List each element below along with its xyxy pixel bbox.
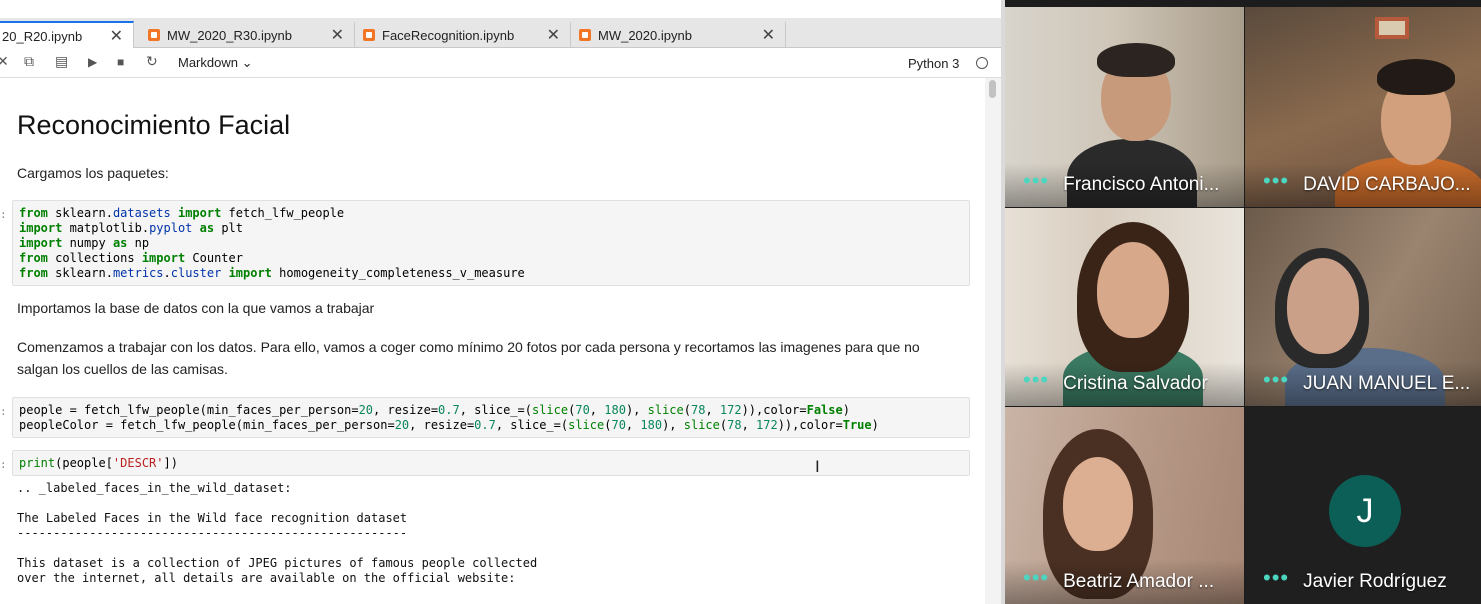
participant-label: ••• Javier Rodríguez xyxy=(1245,560,1481,604)
page-title: Reconocimiento Facial xyxy=(17,110,291,140)
scrollbar[interactable] xyxy=(985,78,1001,604)
notebook-content[interactable]: Reconocimiento Facial Cargamos los paque… xyxy=(0,78,985,604)
code-cell-people[interactable]: people = fetch_lfw_people(min_faces_per_… xyxy=(12,397,970,438)
participant-tile-juan-manuel[interactable]: ••• JUAN MANUEL E... xyxy=(1245,208,1481,406)
tab-label: MW_2020.ipynb xyxy=(598,27,692,43)
more-dots-icon[interactable]: ••• xyxy=(1023,170,1049,192)
copy-icon[interactable]: ⧉ xyxy=(24,53,34,70)
tab-20-r20[interactable]: 20_R20.ipynb ✕ xyxy=(0,21,134,49)
cell-type-label: Markdown xyxy=(178,55,238,70)
participant-label: ••• Beatriz Amador ... xyxy=(1005,560,1244,604)
participant-name: JUAN MANUEL E... xyxy=(1303,373,1471,394)
code-imports[interactable]: from sklearn.datasets import fetch_lfw_p… xyxy=(13,201,969,281)
kernel-name[interactable]: Python 3 xyxy=(908,56,959,71)
cell-output: .. _labeled_faces_in_the_wild_dataset:​T… xyxy=(17,481,537,586)
close-icon[interactable]: ✕ xyxy=(547,25,560,45)
participant-name: Javier Rodríguez xyxy=(1303,571,1447,592)
code-cell-print[interactable]: print(people['DESCR']) xyxy=(12,450,970,476)
tab-mw-2020-r30[interactable]: MW_2020_R30.ipynb ✕ xyxy=(140,22,355,48)
notebook-icon xyxy=(363,29,375,41)
tab-label: FaceRecognition.ipynb xyxy=(382,27,515,43)
code-print[interactable]: print(people['DESCR']) xyxy=(13,451,969,471)
participant-face xyxy=(1063,457,1133,551)
markdown-start-line2: salgan los cuellos de las camisas. xyxy=(17,361,228,377)
notebook-tab-bar: 20_R20.ipynb ✕ MW_2020_R30.ipynb ✕ FaceR… xyxy=(0,18,1003,49)
markdown-import-db: Importamos la base de datos con la que v… xyxy=(17,300,375,316)
restart-icon[interactable]: ↻ xyxy=(146,53,158,70)
jupyter-notebook-panel: 20_R20.ipynb ✕ MW_2020_R30.ipynb ✕ FaceR… xyxy=(0,0,1003,604)
participant-name: Francisco Antoni... xyxy=(1063,174,1220,195)
output-line: The Labeled Faces in the Wild face recog… xyxy=(17,511,408,525)
more-dots-icon[interactable]: ••• xyxy=(1263,170,1289,192)
participant-tile-francisco[interactable]: ••• Francisco Antoni... xyxy=(1005,7,1244,207)
participant-name: Cristina Salvador xyxy=(1063,373,1208,394)
participant-tile-cristina[interactable]: ••• Cristina Salvador xyxy=(1005,208,1244,406)
output-line: ​ xyxy=(17,541,537,556)
participant-label: ••• Francisco Antoni... xyxy=(1005,163,1244,207)
participant-face xyxy=(1287,258,1359,354)
notebook-icon xyxy=(579,29,591,41)
cell-prompt: : xyxy=(0,458,7,471)
scrollbar-thumb[interactable] xyxy=(989,80,996,98)
participant-tile-david[interactable]: ••• DAVID CARBAJO... xyxy=(1245,7,1481,207)
more-dots-icon[interactable]: ••• xyxy=(1263,369,1289,391)
close-icon[interactable]: ✕ xyxy=(331,25,344,45)
tab-label: 20_R20.ipynb xyxy=(2,28,83,44)
chevron-down-icon: ⌄ xyxy=(241,55,253,70)
output-line: ----------------------------------------… xyxy=(17,526,408,540)
tab-mw-2020[interactable]: MW_2020.ipynb ✕ xyxy=(571,22,786,48)
participant-label: ••• DAVID CARBAJO... xyxy=(1245,163,1481,207)
cut-icon[interactable]: ✕ xyxy=(0,53,9,70)
tab-label: MW_2020_R30.ipynb xyxy=(167,27,293,43)
play-icon[interactable]: ▶ xyxy=(88,55,97,69)
participant-label: ••• JUAN MANUEL E... xyxy=(1245,362,1481,406)
stop-icon[interactable]: ■ xyxy=(117,55,124,69)
window-top-strip xyxy=(0,0,1003,18)
paste-icon[interactable]: ▤ xyxy=(55,53,68,70)
participant-tile-javier[interactable]: J ••• Javier Rodríguez xyxy=(1245,407,1481,604)
output-line: This dataset is a collection of JPEG pic… xyxy=(17,556,538,570)
output-line: ​ xyxy=(17,496,537,511)
kernel-status-icon xyxy=(976,57,988,69)
participant-hair xyxy=(1097,43,1175,77)
markdown-load-packages: Cargamos los paquetes: xyxy=(17,165,169,181)
participant-tile-beatriz[interactable]: ••• Beatriz Amador ... xyxy=(1005,407,1244,604)
participant-face xyxy=(1097,242,1169,338)
video-call-panel: ••• Francisco Antoni... ••• DAVID CARBAJ… xyxy=(1005,0,1481,604)
participant-hair xyxy=(1377,59,1455,95)
wall-picture xyxy=(1375,17,1409,39)
avatar: J xyxy=(1329,475,1401,547)
output-line: .. _labeled_faces_in_the_wild_dataset: xyxy=(17,481,292,495)
cell-prompt: : xyxy=(0,208,7,221)
participant-label: ••• Cristina Salvador xyxy=(1005,362,1244,406)
participant-name: Beatriz Amador ... xyxy=(1063,571,1215,592)
notebook-icon xyxy=(148,29,160,41)
code-cell-imports[interactable]: from sklearn.datasets import fetch_lfw_p… xyxy=(12,200,970,286)
more-dots-icon[interactable]: ••• xyxy=(1263,567,1289,589)
cell-prompt: : xyxy=(0,405,7,418)
code-people[interactable]: people = fetch_lfw_people(min_faces_per_… xyxy=(13,398,969,433)
cell-type-select[interactable]: Markdown ⌄ xyxy=(178,55,253,71)
participant-name: DAVID CARBAJO... xyxy=(1303,174,1471,195)
notebook-toolbar: ✕ ⧉ ▤ ▶ ■ ↻ Markdown ⌄ Python 3 xyxy=(0,48,1003,78)
close-icon[interactable]: ✕ xyxy=(762,25,775,45)
more-dots-icon[interactable]: ••• xyxy=(1023,567,1049,589)
tab-facerecognition[interactable]: FaceRecognition.ipynb ✕ xyxy=(355,22,571,48)
more-dots-icon[interactable]: ••• xyxy=(1023,369,1049,391)
text-cursor-icon: I xyxy=(815,457,820,476)
output-line: over the internet, all details are avail… xyxy=(17,571,516,585)
close-icon[interactable]: ✕ xyxy=(110,26,123,46)
markdown-start-line1: Comenzamos a trabajar con los datos. Par… xyxy=(17,339,920,355)
